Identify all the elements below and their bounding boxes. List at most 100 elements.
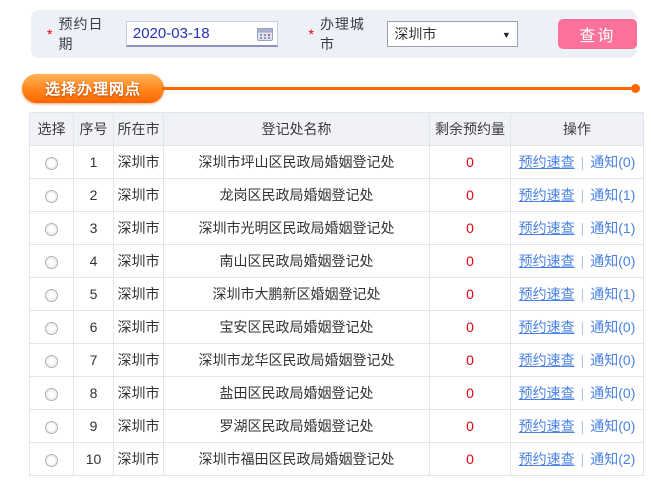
calendar-icon[interactable]: [257, 27, 273, 41]
registry-name: 深圳市坪山区民政局婚姻登记处: [164, 146, 430, 179]
notice-link[interactable]: 通知(1): [590, 187, 635, 203]
link-separator: |: [581, 418, 585, 434]
quick-check-link[interactable]: 预约速查: [519, 319, 575, 335]
table-row: 10 深圳市 深圳市福田区民政局婚姻登记处 0 预约速查|通知(2): [30, 443, 644, 476]
ops-cell: 预约速查 | 通知(2): [511, 443, 644, 476]
chevron-down-icon: ▼: [502, 30, 511, 40]
registry-name: 南山区民政局婚姻登记处: [164, 245, 430, 278]
date-value: 2020-03-18: [133, 25, 210, 42]
quick-check-link[interactable]: 预约速查: [519, 286, 575, 302]
notice-link[interactable]: 通知(0): [590, 352, 635, 368]
row-city: 深圳市: [114, 179, 164, 212]
date-input[interactable]: 2020-03-18: [126, 21, 279, 47]
link-separator: |: [581, 319, 585, 335]
column-header-name: 登记处名称: [164, 113, 430, 146]
quick-check-link[interactable]: 预约速查: [519, 253, 575, 269]
link-separator: |: [581, 352, 585, 368]
row-number: 1: [74, 146, 114, 179]
row-radio-button[interactable]: [45, 322, 58, 335]
row-city: 深圳市: [114, 344, 164, 377]
ops-cell: 预约速查 | 通知(0): [511, 245, 644, 278]
registry-name: 罗湖区民政局婚姻登记处: [164, 410, 430, 443]
filter-bar: * 预约日期 2020-03-18 * 办理城市 深圳市 ▼ 查询: [31, 10, 637, 58]
quick-check-link[interactable]: 预约速查: [519, 187, 575, 203]
row-radio-button[interactable]: [45, 289, 58, 302]
remaining-count: 0: [430, 311, 511, 344]
remaining-count: 0: [430, 212, 511, 245]
row-radio-button[interactable]: [45, 388, 58, 401]
notice-link[interactable]: 通知(1): [590, 220, 635, 236]
ops-cell: 预约速查|通知(0): [511, 146, 644, 179]
row-city: 深圳市: [114, 377, 164, 410]
row-city: 深圳市: [114, 278, 164, 311]
section-divider-line: [162, 87, 631, 90]
link-separator: |: [581, 253, 585, 269]
notice-link[interactable]: 通知(0): [590, 418, 635, 434]
row-number: 9: [74, 410, 114, 443]
select-cell: [30, 344, 74, 377]
link-separator: |: [581, 451, 585, 467]
query-button[interactable]: 查询: [558, 19, 637, 49]
city-select[interactable]: 深圳市 ▼: [387, 21, 517, 47]
table-row: 8 深圳市 盐田区民政局婚姻登记处 0 预约速查|通知(0): [30, 377, 644, 410]
registry-name: 盐田区民政局婚姻登记处: [164, 377, 430, 410]
registry-name: 深圳市龙华区民政局婚姻登记处: [164, 344, 430, 377]
table-row: 3 深圳市 深圳市光明区民政局婚姻登记处 0 预约速查|通知(1): [30, 212, 644, 245]
section-divider-dot: [631, 84, 640, 93]
row-radio-button[interactable]: [45, 355, 58, 368]
quick-check-link[interactable]: 预约速查: [519, 418, 575, 434]
row-radio-button[interactable]: [45, 454, 58, 467]
column-header-ops: 操作: [511, 113, 644, 146]
row-number: 4: [74, 245, 114, 278]
row-radio-button[interactable]: [45, 157, 58, 170]
outlets-table: 选择 序号 所在市 登记处名称 剩余预约量 操作 1 深圳市 深圳市坪山区民政局…: [29, 112, 644, 476]
select-cell: [30, 377, 74, 410]
city-field-label: 办理城市: [320, 14, 377, 54]
city-selected-value: 深圳市: [394, 24, 436, 44]
select-cell: [30, 410, 74, 443]
row-city: 深圳市: [114, 245, 164, 278]
link-separator: |: [581, 286, 585, 302]
quick-check-link[interactable]: 预约速查: [519, 154, 575, 170]
table-row: 4 深圳市 南山区民政局婚姻登记处 0 预约速查|通知(0): [30, 245, 644, 278]
row-number: 5: [74, 278, 114, 311]
remaining-count: 0: [430, 146, 511, 179]
registry-name: 宝安区民政局婚姻登记处: [164, 311, 430, 344]
row-radio-button[interactable]: [45, 190, 58, 203]
ops-cell: 预约速查 | 通知(1): [511, 278, 644, 311]
table-body: 1 深圳市 深圳市坪山区民政局婚姻登记处 0 预约速查 | 通知(0) 2 深圳市 …: [30, 146, 644, 476]
select-cell: [30, 212, 74, 245]
row-radio-button[interactable]: [45, 421, 58, 434]
select-cell: [30, 146, 74, 179]
link-separator: |: [581, 385, 585, 401]
table-row: 6 深圳市 宝安区民政局婚姻登记处 0 预约速查|通知(0): [30, 311, 644, 344]
select-cell: [30, 443, 74, 476]
registry-name: 深圳市福田区民政局婚姻登记处: [164, 443, 430, 476]
table-header-row: 选择 序号 所在市 登记处名称 剩余预约量 操作: [30, 113, 644, 146]
row-number: 2: [74, 179, 114, 212]
notice-link[interactable]: 通知(0): [590, 154, 635, 170]
notice-link[interactable]: 通知(0): [590, 253, 635, 269]
row-city: 深圳市: [114, 212, 164, 245]
notice-link[interactable]: 通知(1): [590, 286, 635, 302]
date-field: * 预约日期 2020-03-18: [47, 14, 278, 54]
notice-link[interactable]: 通知(0): [590, 385, 635, 401]
notice-link[interactable]: 通知(2): [590, 451, 635, 467]
registry-name: 深圳市大鹏新区婚姻登记处: [164, 278, 430, 311]
required-asterisk: *: [47, 26, 52, 42]
row-radio-button[interactable]: [45, 223, 58, 236]
remaining-count: 0: [430, 377, 511, 410]
notice-link[interactable]: 通知(0): [590, 319, 635, 335]
quick-check-link[interactable]: 预约速查: [519, 385, 575, 401]
registry-name: 龙岗区民政局婚姻登记处: [164, 179, 430, 212]
quick-check-link[interactable]: 预约速查: [519, 352, 575, 368]
row-radio-button[interactable]: [45, 256, 58, 269]
remaining-count: 0: [430, 410, 511, 443]
date-field-label: 预约日期: [58, 14, 115, 54]
table-row: 2 深圳市 龙岗区民政局婚姻登记处 0 预约速查|通知(1): [30, 179, 644, 212]
quick-check-link[interactable]: 预约速查: [519, 220, 575, 236]
remaining-count: 0: [430, 344, 511, 377]
ops-cell: 预约速查 | 通知(0): [511, 344, 644, 377]
select-cell: [30, 179, 74, 212]
quick-check-link[interactable]: 预约速查: [519, 451, 575, 467]
